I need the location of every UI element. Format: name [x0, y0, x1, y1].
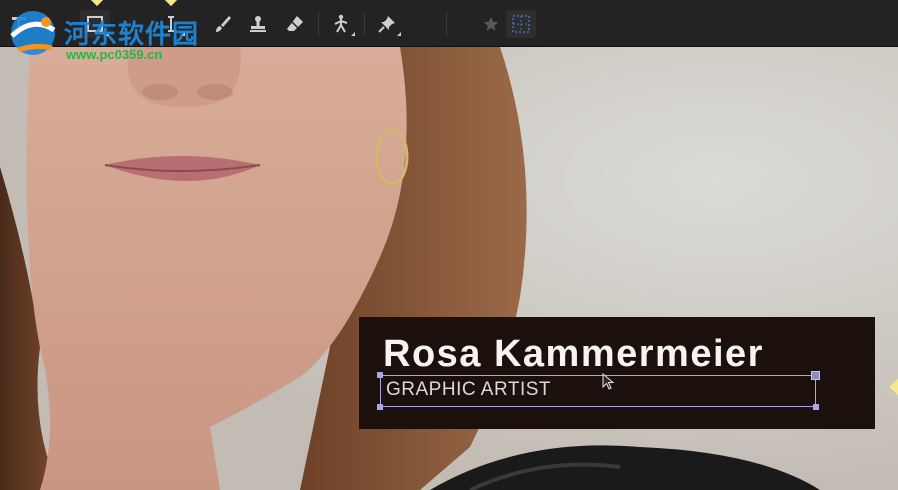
star-icon — [483, 16, 499, 31]
composition-viewer[interactable]: Rosa Kammermeier GRAPHIC ARTIST — [0, 47, 898, 490]
keyframe-marker[interactable] — [163, 0, 179, 7]
toolbar-divider — [446, 12, 447, 36]
watermark-url: www.pc0359.cn — [66, 47, 163, 62]
watermark-site-name: 河东软件园 — [64, 19, 200, 49]
roto-pin-button[interactable] — [372, 10, 402, 38]
watermark-logo-icon — [10, 11, 56, 55]
grid-icon — [512, 15, 530, 33]
mouse-cursor-icon — [602, 373, 615, 390]
star-button[interactable] — [476, 10, 506, 38]
name-text-layer[interactable]: Rosa Kammermeier — [383, 333, 764, 376]
selection-handle-bottom-left[interactable] — [377, 404, 383, 410]
toolbar-divider — [318, 12, 319, 36]
brush-icon — [216, 16, 231, 32]
selection-handle-bottom-right[interactable] — [813, 404, 819, 410]
keyframe-marker[interactable] — [89, 0, 105, 7]
app-window: Rosa Kammermeier GRAPHIC ARTIST 河东软件园 ww… — [0, 0, 898, 490]
toolbar-divider — [364, 12, 365, 36]
lower-third-graphic[interactable]: Rosa Kammermeier GRAPHIC ARTIST — [359, 317, 875, 429]
grid-toggle-button[interactable] — [506, 10, 536, 38]
puppet-pin-button[interactable] — [326, 10, 356, 38]
eraser-icon — [287, 16, 303, 31]
text-selection-box[interactable] — [377, 371, 820, 410]
brush-tool-button[interactable] — [208, 10, 238, 38]
selection-handle-top-left[interactable] — [377, 372, 383, 378]
clone-stamp-button[interactable] — [243, 10, 273, 38]
eraser-tool-button[interactable] — [280, 10, 310, 38]
roto-pin-icon — [378, 16, 395, 33]
selection-handle-top-right[interactable] — [811, 371, 820, 380]
puppet-pin-icon — [334, 14, 348, 33]
clone-stamp-icon — [250, 16, 266, 32]
